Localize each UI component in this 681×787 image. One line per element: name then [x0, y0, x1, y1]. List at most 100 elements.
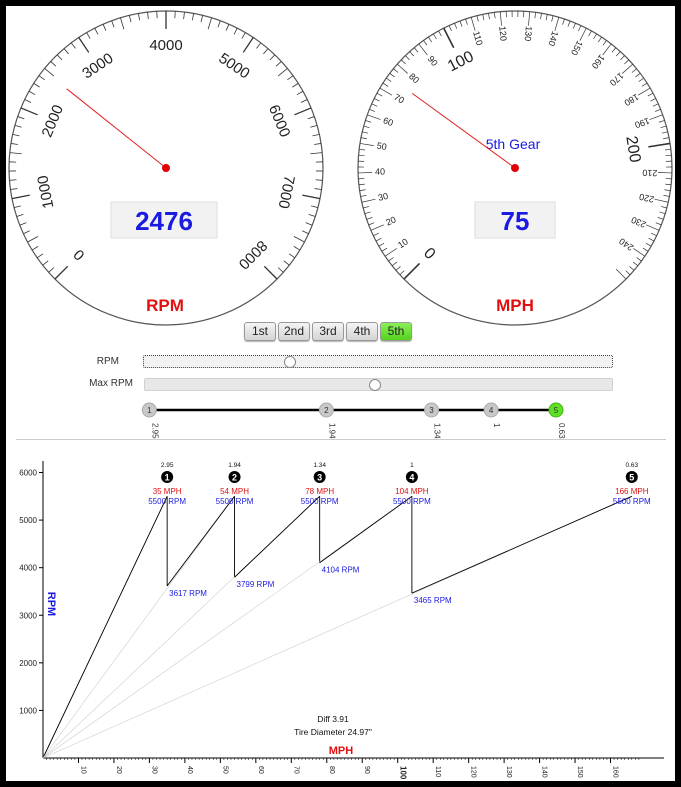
gear-button-3rd[interactable]: 3rd: [312, 322, 344, 341]
drop-rpm-label: 3799 RPM: [237, 580, 275, 589]
gear-top-rpm: 5500 RPM: [393, 497, 431, 506]
gear-number: 3: [317, 473, 322, 483]
mph-minor-label: 120: [497, 26, 508, 42]
max-rpm-slider[interactable]: [144, 378, 613, 391]
gear-number: 5: [629, 473, 634, 483]
gear-ray: [42, 496, 413, 759]
rpm-slider[interactable]: [143, 355, 613, 368]
gear-rpm-chart: RPM MPH Diff 3.91 Tire Diameter 24.97" 1…: [19, 461, 664, 780]
gear-top-mph: 104 MPH: [395, 487, 429, 496]
rpm-slider-label: RPM: [96, 356, 119, 367]
mph-minor-label: 210: [642, 168, 657, 178]
gear-top-rpm: 5500 RPM: [301, 497, 339, 506]
gear-button-2nd[interactable]: 2nd: [278, 322, 310, 341]
chart-x-tick-label: 120: [470, 766, 477, 778]
rpm-tick: [315, 179, 323, 181]
chart-x-tick-label: 110: [434, 766, 441, 777]
max-rpm-slider-thumb[interactable]: [368, 379, 381, 391]
gear-top-rpm: 5500 RPM: [613, 497, 651, 506]
rpm-slider-thumb[interactable]: [283, 356, 296, 368]
chart-x-tick-label: 160: [612, 766, 619, 778]
gear-button-1st[interactable]: 1st: [244, 322, 276, 341]
gear-top-mph: 78 MPH: [305, 487, 334, 496]
mph-minor-label: 40: [375, 166, 385, 176]
chart-x-tick-label: 150: [576, 766, 583, 778]
chart-x-tick-label: 70: [292, 766, 299, 774]
gear-segment: [319, 495, 413, 564]
chart-y-tick-label: 4000: [19, 564, 37, 573]
gear-ratio-header: 1.94: [228, 462, 241, 469]
rpm-label: RPM: [146, 296, 184, 315]
gear-top-rpm: 5500 RPM: [216, 497, 254, 506]
gear-indicator: 5th Gear: [486, 136, 541, 152]
gear-ratio-header: 0.63: [625, 462, 638, 469]
mph-label: MPH: [496, 296, 534, 315]
gear-segment: [42, 496, 168, 759]
ratio-value-label: 1.94: [327, 423, 336, 439]
gear-ratio-header: 2.95: [161, 462, 174, 469]
mph-minor-label: 30: [377, 191, 389, 203]
ratio-value-label: 0.63: [557, 423, 566, 439]
gear-button-bar: 1st 2nd 3rd 4th 5th: [244, 322, 412, 341]
chart-y-tick-label: 1000: [19, 706, 37, 715]
ratio-node-label: 5: [554, 406, 559, 415]
app-frame: 0 1000 2000 3000 4000 5000 6000 7000 8000 2476 R…: [6, 6, 675, 781]
gear-ray: [42, 496, 235, 759]
gear-button-5th[interactable]: 5th: [380, 322, 412, 341]
mph-minor-label: 130: [523, 26, 534, 42]
chart-y-tick-label: 3000: [19, 611, 37, 620]
gear-ratio-header: 1: [410, 462, 414, 469]
chart-x-tick-label: 30: [150, 766, 157, 774]
rpm-needle-hub: [162, 164, 170, 172]
gear-number: 4: [409, 473, 414, 483]
mph-needle-hub: [511, 164, 519, 172]
ratio-node-label: 3: [429, 406, 434, 415]
rpm-readout: 2476: [135, 206, 193, 236]
ratio-node-label: 4: [489, 406, 494, 415]
chart-x-tick-label: 10: [79, 766, 86, 774]
chart-x-tick-label: 60: [257, 766, 264, 774]
chart-y-tick-label: 5000: [19, 516, 37, 525]
chart-x-tick-label: 100: [399, 766, 408, 780]
chart-x-tick-label: 20: [115, 766, 122, 774]
gear-number: 1: [165, 473, 170, 483]
gear-ratio-line: 1 2.95 2 1.94 3 1.34 4 1 5 0.63: [141, 402, 566, 439]
gear-ratio-header: 1.34: [313, 462, 326, 469]
chart-x-tick-label: 50: [221, 766, 228, 774]
ratio-node-label: 2: [324, 406, 329, 415]
ratio-value-label: 1.34: [433, 423, 442, 439]
drop-rpm-label: 4104 RPM: [322, 566, 360, 575]
chart-x-tick-label: 140: [541, 766, 548, 778]
diff-label: Diff 3.91: [317, 714, 349, 724]
gear-top-mph: 166 MPH: [615, 487, 649, 496]
chart-y-tick-label: 6000: [19, 469, 37, 478]
ratio-value-label: 2.95: [150, 423, 159, 439]
gear-number: 2: [232, 473, 237, 483]
gear-top-mph: 54 MPH: [220, 487, 249, 496]
chart-y-label: RPM: [45, 592, 57, 616]
chart-x-tick-label: 40: [186, 766, 193, 774]
gear-top-mph: 35 MPH: [153, 487, 182, 496]
ratio-node-label: 1: [147, 406, 152, 415]
section-divider: [16, 439, 666, 440]
chart-x-tick-label: 90: [363, 766, 370, 774]
mph-readout: 75: [501, 206, 530, 236]
max-rpm-slider-label: Max RPM: [89, 378, 133, 389]
drop-rpm-label: 3617 RPM: [169, 589, 207, 598]
chart-y-tick-label: 2000: [19, 659, 37, 668]
drop-rpm-label: 3465 RPM: [414, 596, 452, 605]
rpm-tick: [9, 179, 17, 181]
tire-label: Tire Diameter 24.97": [294, 727, 372, 737]
ratio-value-label: 1: [492, 423, 501, 428]
gear-segment: [234, 495, 320, 578]
rpm-gauge: 010002000300040005000600070008000 2476 R…: [8, 10, 324, 326]
chart-x-tick-label: 130: [505, 766, 512, 778]
gear-top-rpm: 5500 RPM: [148, 497, 186, 506]
mph-minor-label: 50: [376, 141, 387, 152]
chart-x-tick-label: 80: [328, 766, 335, 774]
gear-button-4th[interactable]: 4th: [346, 322, 378, 341]
gear-segment: [411, 495, 632, 594]
chart-x-label: MPH: [329, 745, 354, 757]
mph-gauge: 0100200102030405060708090110 120 130 140150…: [357, 10, 673, 326]
rpm-tick-label: 4000: [149, 37, 182, 54]
